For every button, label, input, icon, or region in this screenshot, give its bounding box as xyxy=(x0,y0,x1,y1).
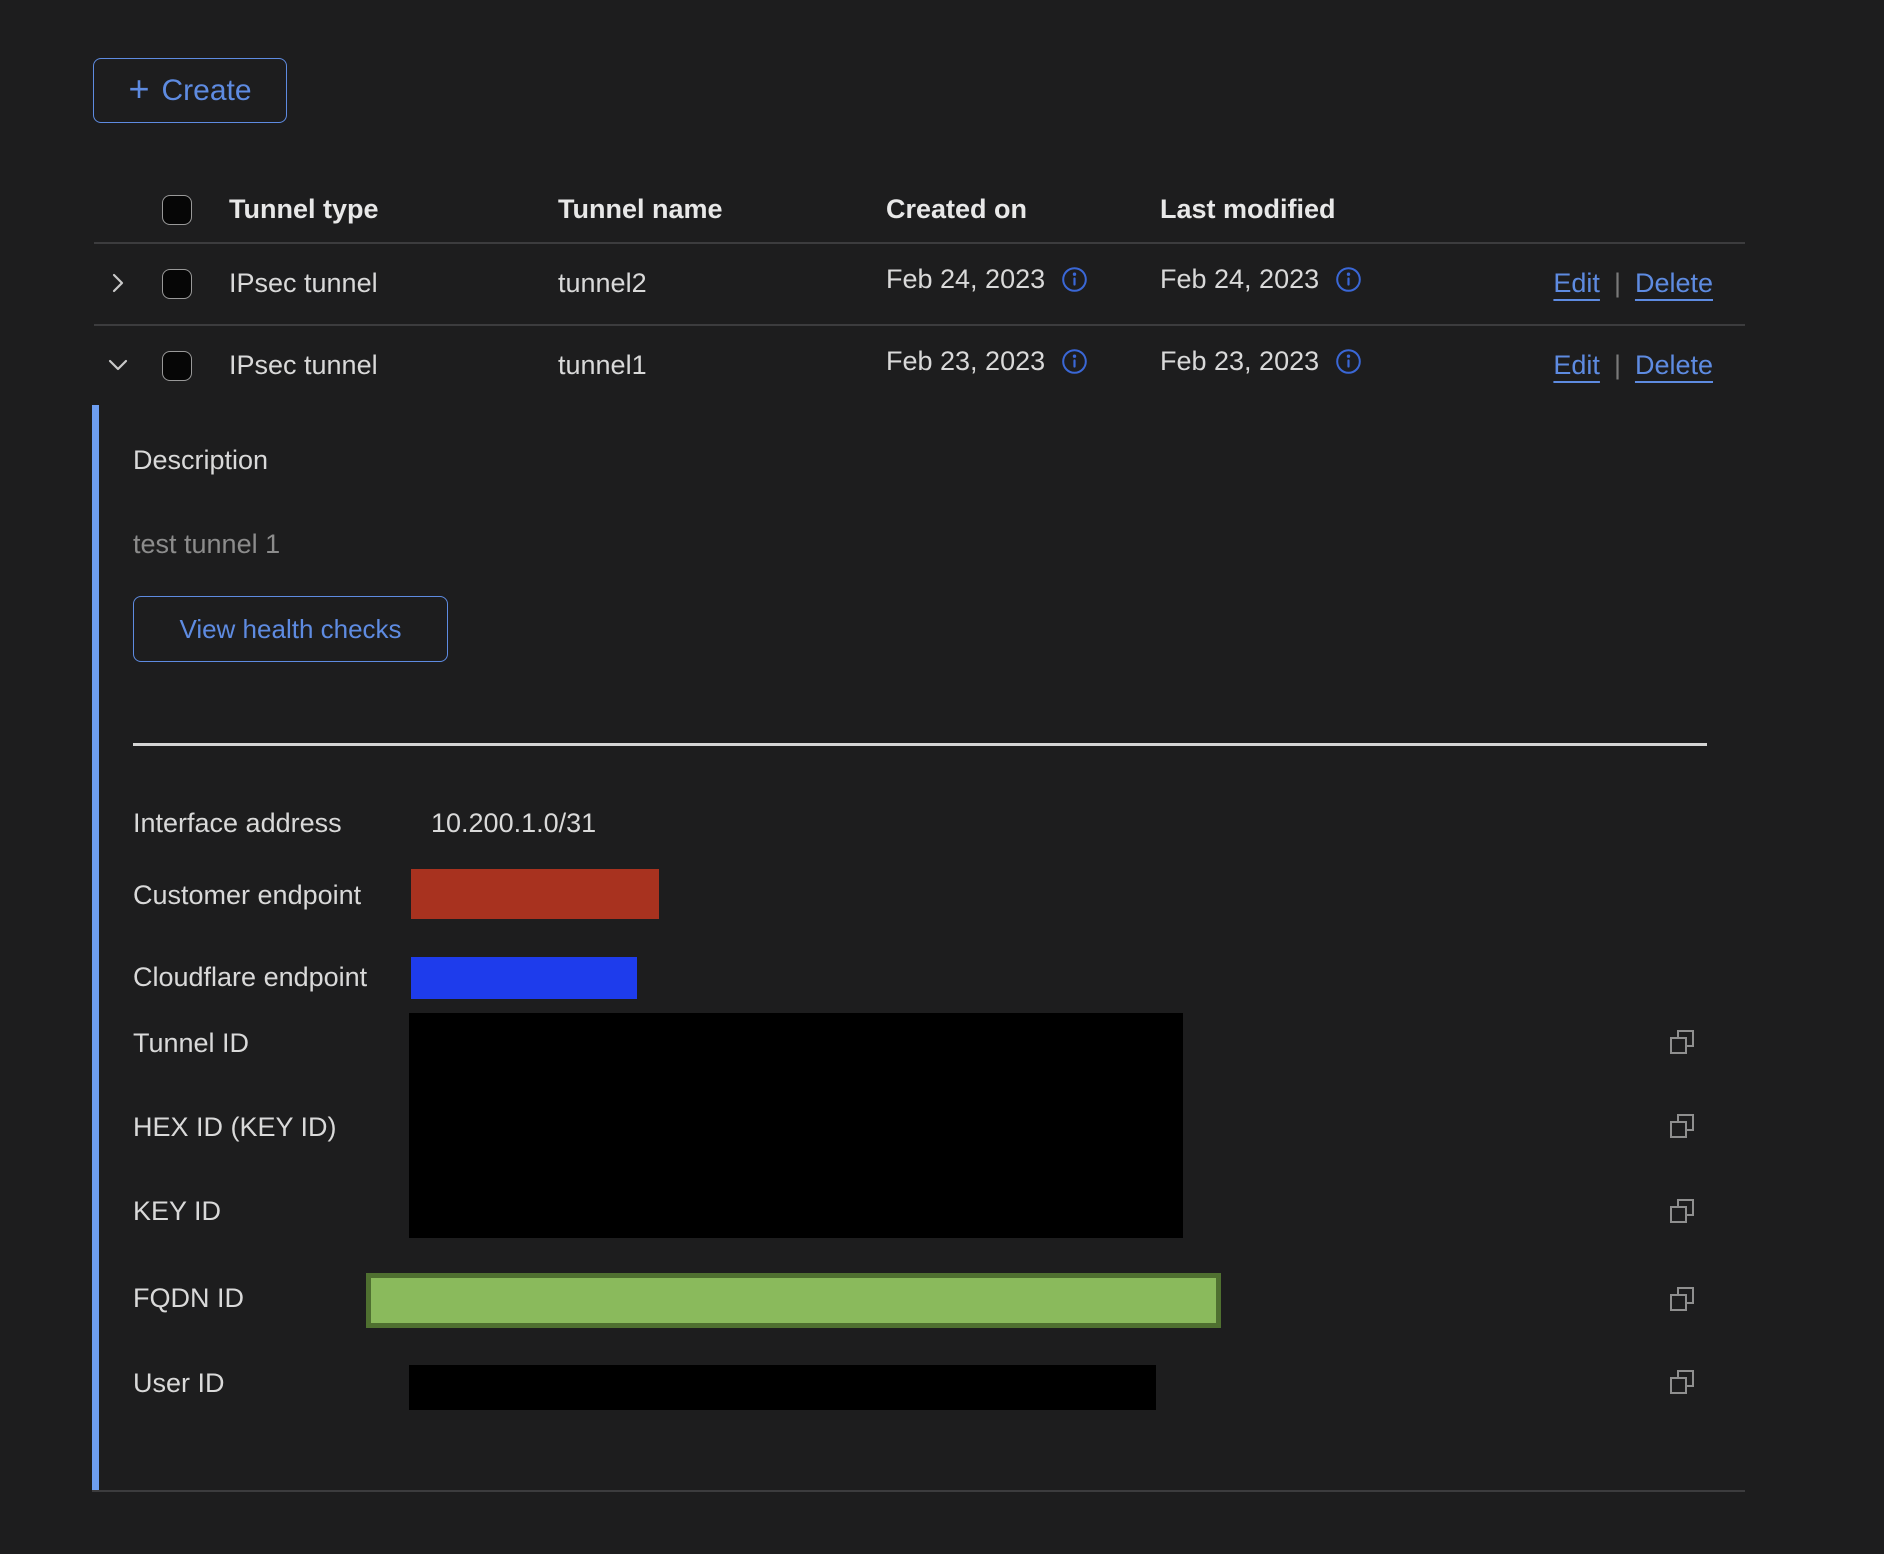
copy-icon[interactable] xyxy=(1668,1197,1696,1225)
expanded-row-accent-bar xyxy=(92,405,99,1490)
copy-icon[interactable] xyxy=(1668,1112,1696,1140)
tunnel-name-cell: tunnel1 xyxy=(558,350,647,381)
ids-redaction xyxy=(409,1013,1183,1238)
cloudflare-endpoint-redaction xyxy=(411,957,637,999)
tunnel-id-label: Tunnel ID xyxy=(133,1028,249,1059)
key-id-label: KEY ID xyxy=(133,1196,221,1227)
fqdn-id-redaction xyxy=(366,1273,1221,1328)
customer-endpoint-label: Customer endpoint xyxy=(133,880,361,911)
delete-link[interactable]: Delete xyxy=(1635,350,1713,381)
delete-link[interactable]: Delete xyxy=(1635,268,1713,299)
hex-id-label: HEX ID (KEY ID) xyxy=(133,1112,337,1143)
last-modified-cell: Feb 23, 2023 xyxy=(1160,346,1362,377)
created-on-date: Feb 23, 2023 xyxy=(886,346,1045,377)
row-actions: Edit | Delete xyxy=(1553,350,1713,381)
interface-address-value: 10.200.1.0/31 xyxy=(431,808,596,839)
description-value: test tunnel 1 xyxy=(133,529,280,560)
interface-address-label: Interface address xyxy=(133,808,342,839)
info-icon[interactable] xyxy=(1335,266,1362,293)
created-on-cell: Feb 24, 2023 xyxy=(886,264,1088,295)
edit-link[interactable]: Edit xyxy=(1553,268,1600,299)
column-header-created-on: Created on xyxy=(886,194,1027,225)
row-checkbox[interactable] xyxy=(162,351,192,381)
info-icon[interactable] xyxy=(1061,348,1088,375)
chevron-right-icon[interactable] xyxy=(104,269,132,297)
plus-icon: + xyxy=(128,71,149,107)
table-bottom-divider xyxy=(92,1490,1745,1492)
fqdn-id-label: FQDN ID xyxy=(133,1283,244,1314)
info-icon[interactable] xyxy=(1335,348,1362,375)
view-health-checks-button[interactable]: View health checks xyxy=(133,596,448,662)
actions-separator: | xyxy=(1614,268,1621,299)
copy-icon[interactable] xyxy=(1668,1285,1696,1313)
create-button-label: Create xyxy=(161,74,251,108)
last-modified-date: Feb 24, 2023 xyxy=(1160,264,1319,295)
user-id-label: User ID xyxy=(133,1368,225,1399)
column-header-last-modified: Last modified xyxy=(1160,194,1336,225)
customer-endpoint-redaction xyxy=(411,869,659,919)
tunnel-type-cell: IPsec tunnel xyxy=(229,268,378,299)
tunnel-name-cell: tunnel2 xyxy=(558,268,647,299)
section-divider xyxy=(133,743,1707,746)
column-header-tunnel-type: Tunnel type xyxy=(229,194,379,225)
chevron-down-icon[interactable] xyxy=(104,351,132,379)
cloudflare-endpoint-label: Cloudflare endpoint xyxy=(133,962,367,993)
select-all-checkbox[interactable] xyxy=(162,195,192,225)
header-divider xyxy=(94,242,1745,244)
description-label: Description xyxy=(133,445,268,476)
created-on-cell: Feb 23, 2023 xyxy=(886,346,1088,377)
user-id-redaction xyxy=(409,1365,1156,1410)
row-divider xyxy=(94,324,1745,326)
actions-separator: | xyxy=(1614,350,1621,381)
last-modified-date: Feb 23, 2023 xyxy=(1160,346,1319,377)
edit-link[interactable]: Edit xyxy=(1553,350,1600,381)
copy-icon[interactable] xyxy=(1668,1368,1696,1396)
info-icon[interactable] xyxy=(1061,266,1088,293)
copy-icon[interactable] xyxy=(1668,1028,1696,1056)
row-checkbox[interactable] xyxy=(162,269,192,299)
created-on-date: Feb 24, 2023 xyxy=(886,264,1045,295)
column-header-tunnel-name: Tunnel name xyxy=(558,194,723,225)
row-actions: Edit | Delete xyxy=(1553,268,1713,299)
last-modified-cell: Feb 24, 2023 xyxy=(1160,264,1362,295)
create-button[interactable]: + Create xyxy=(93,58,287,123)
tunnel-type-cell: IPsec tunnel xyxy=(229,350,378,381)
